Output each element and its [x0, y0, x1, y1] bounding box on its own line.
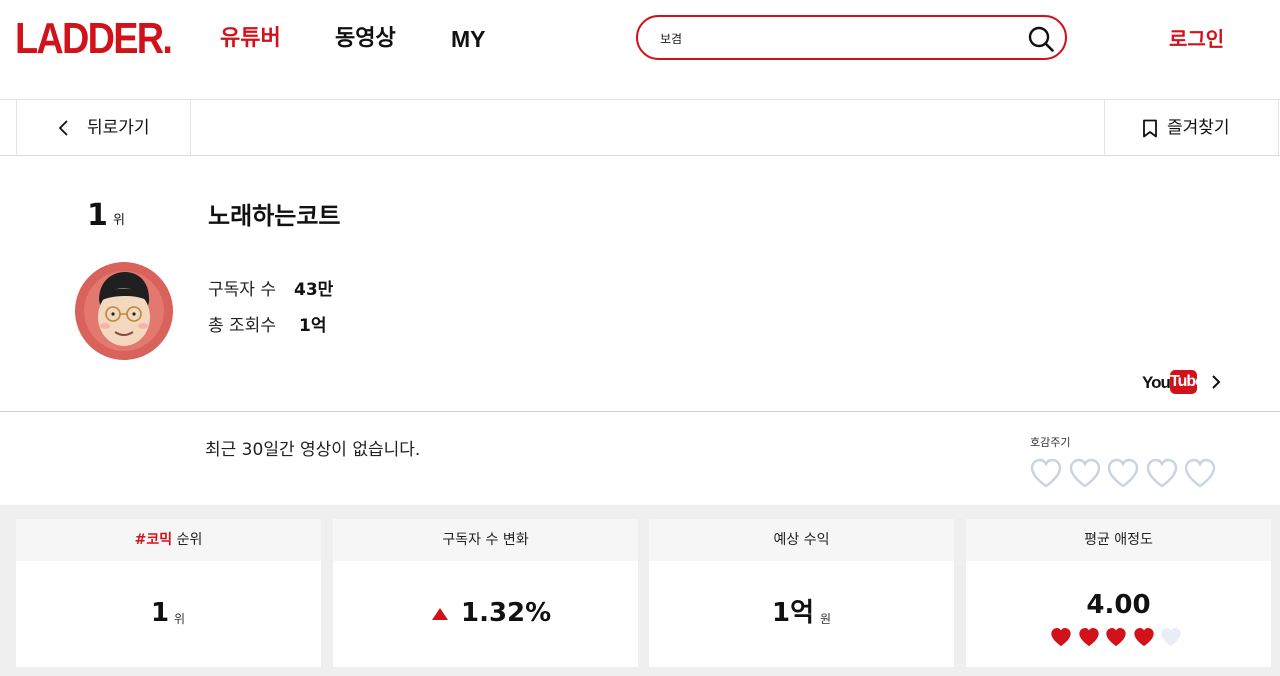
revenue-card: 예상 수익 1억 원: [649, 519, 954, 667]
heart-filled-icon: [1078, 627, 1099, 647]
like-heart-icon[interactable]: [1107, 458, 1139, 488]
nav-my[interactable]: MY: [451, 24, 486, 54]
youtube-link[interactable]: You Tube: [1142, 370, 1226, 396]
back-button[interactable]: 뒤로가기: [16, 100, 191, 156]
revenue-value: 1억: [772, 598, 815, 628]
sub-change-body: 1.32%: [333, 561, 638, 667]
search-bar: [636, 15, 1067, 60]
category-rank-label: 순위: [172, 532, 203, 548]
heart-filled-icon: [1133, 627, 1154, 647]
category-tag[interactable]: #코믹: [135, 532, 173, 548]
category-rank-header: #코믹 순위: [16, 519, 321, 561]
search-input[interactable]: [660, 26, 1020, 50]
no-videos-message: 최근 30일간 영상이 없습니다.: [205, 440, 421, 460]
bookmark-icon: [1143, 119, 1157, 138]
heart-filled-icon: [1051, 627, 1071, 647]
like-heart-icon[interactable]: [1030, 458, 1062, 488]
arrow-up-icon: [432, 608, 448, 620]
nav-youtuber[interactable]: 유튜버: [220, 24, 281, 54]
sub-change-card: 구독자 수 변화 1.32%: [333, 519, 638, 667]
revenue-unit: 원: [820, 612, 832, 626]
chevron-right-icon: [1212, 375, 1221, 389]
views-label: 총 조회수: [208, 316, 276, 336]
sub-change-value: 1.32%: [461, 598, 552, 628]
recent-videos-section: 최근 30일간 영상이 없습니다. 호감주기: [0, 412, 1280, 505]
search-icon[interactable]: [1027, 25, 1055, 53]
nav-video[interactable]: 동영상: [335, 24, 396, 54]
rank-unit: 위: [113, 213, 125, 228]
affinity-body: 4.00: [966, 561, 1271, 667]
category-rank-card: #코믹 순위 1 위: [16, 519, 321, 667]
like-heart-icon[interactable]: [1069, 458, 1101, 488]
revenue-header: 예상 수익: [649, 519, 954, 561]
subscribers-value: 43만: [294, 280, 334, 300]
ladder-logo[interactable]: LADDER.: [15, 14, 173, 64]
bookmark-label: 즐겨찾기: [1167, 118, 1230, 138]
back-label: 뒤로가기: [87, 118, 150, 138]
affinity-hearts: [1050, 627, 1188, 647]
channel-name: 노래하는코트: [208, 202, 341, 230]
category-rank-unit: 위: [174, 612, 186, 626]
sub-change-header: 구독자 수 변화: [333, 519, 638, 561]
avatar: [75, 262, 173, 360]
youtube-logo-you: You: [1142, 373, 1171, 392]
affinity-card: 평균 애정도 4.00: [966, 519, 1271, 667]
like-heart-icon[interactable]: [1184, 458, 1216, 488]
like-heart-icon[interactable]: [1146, 458, 1178, 488]
heart-empty-icon: [1161, 627, 1181, 647]
chevron-left-icon: [58, 120, 68, 136]
category-rank-value: 1: [151, 598, 170, 628]
channel-profile: 1 위 노래하는코트 구독자 수 43만 총 조회수 1억 You Tube: [0, 156, 1280, 412]
subscribers-label: 구독자 수: [208, 280, 276, 300]
revenue-body: 1억 원: [649, 561, 954, 667]
like-hearts: [1030, 458, 1223, 490]
youtube-logo-tube: Tube: [1170, 370, 1204, 394]
top-header: LADDER. 유튜버 동영상 MY 로그인: [0, 0, 1280, 100]
affinity-header: 평균 애정도: [966, 519, 1271, 561]
sub-toolbar: 뒤로가기 즐겨찾기: [0, 100, 1280, 156]
views-value: 1억: [299, 316, 327, 336]
category-rank-body: 1 위: [16, 561, 321, 667]
heart-filled-icon: [1106, 627, 1126, 647]
like-label: 호감주기: [1030, 436, 1071, 449]
affinity-value: 4.00: [1086, 590, 1151, 620]
bookmark-button[interactable]: 즐겨찾기: [1104, 100, 1279, 156]
login-button[interactable]: 로그인: [1169, 24, 1224, 54]
stat-cards: #코믹 순위 1 위 구독자 수 변화 1.32% 예상 수익 1억 원 평균 …: [0, 505, 1280, 676]
rank-number: 1: [87, 198, 108, 233]
